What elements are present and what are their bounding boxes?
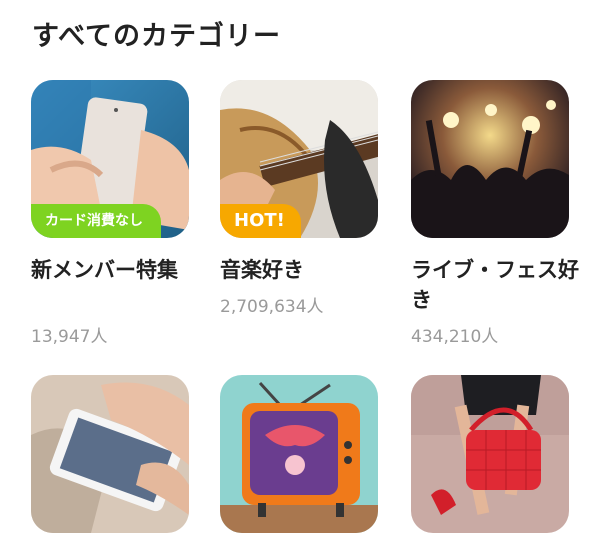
category-member-count: 434,210人 [411, 327, 499, 347]
category-image [411, 80, 569, 238]
category-member-count: 13,947人 [31, 327, 108, 347]
category-image [220, 375, 378, 533]
category-tile-5[interactable] [220, 375, 378, 533]
category-tile-4[interactable] [31, 375, 189, 533]
category-image [31, 375, 189, 533]
category-name: 音楽好き [220, 258, 304, 282]
category-tile-6[interactable] [411, 375, 569, 533]
hot-badge: HOT! [220, 204, 301, 238]
free-badge: カード消費なし [31, 204, 161, 238]
page-title: すべてのカテゴリー [32, 21, 282, 52]
category-tile-live-fes[interactable] [411, 80, 569, 238]
category-tile-music[interactable]: HOT! [220, 80, 378, 238]
category-tile-new-members[interactable]: カード消費なし [31, 80, 189, 238]
category-image [411, 375, 569, 533]
category-member-count: 2,709,634人 [220, 297, 324, 317]
category-name: 新メンバー特集 [31, 258, 178, 282]
category-name: ライブ・フェス好き [411, 258, 579, 312]
